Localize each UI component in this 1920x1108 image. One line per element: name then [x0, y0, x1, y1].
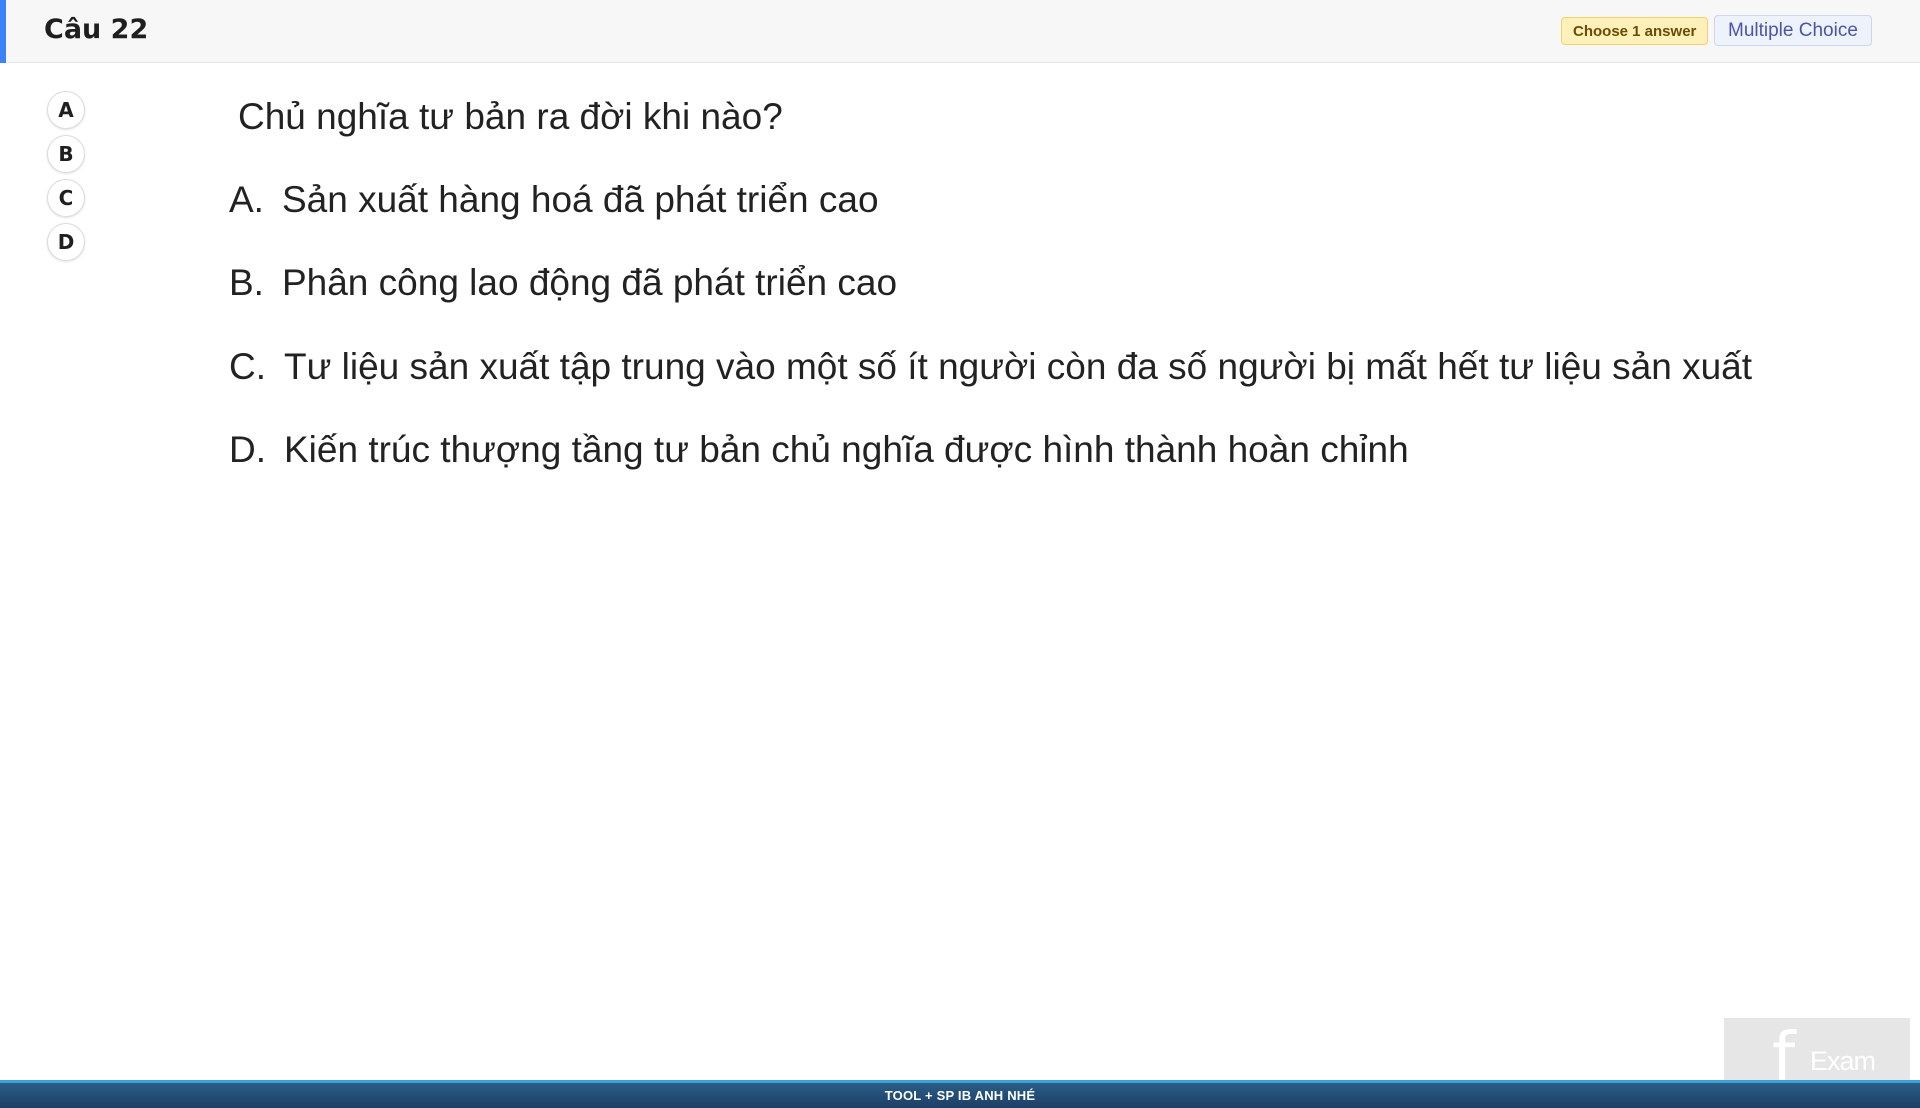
choice-c: C. Tư liệu sản xuất tập trung vào một số … — [229, 346, 1752, 388]
watermark-text: Exam — [1810, 1046, 1876, 1076]
choice-letter: C. — [229, 346, 266, 387]
choice-text: Sản xuất hàng hoá đã phát triển cao — [281, 179, 879, 220]
header-accent-bar — [0, 0, 6, 63]
choose-one-badge: Choose 1 answer — [1561, 17, 1709, 45]
choice-b: B. Phân công lao động đã phát triển cao — [229, 262, 897, 304]
question-header: Câu 22 Choose 1 answer Multiple Choice — [0, 0, 1920, 63]
choice-letter: D. — [229, 429, 266, 470]
answer-button-a[interactable]: A — [47, 91, 85, 129]
footer-bar: TOOL + SP IB ANH NHÉ — [0, 1080, 1920, 1108]
choice-d: D. Kiến trúc thượng tầng tư bản chủ nghĩa… — [229, 429, 1409, 471]
answer-button-c[interactable]: C — [47, 179, 85, 217]
answer-button-d[interactable]: D — [47, 223, 85, 261]
footer-text: TOOL + SP IB ANH NHÉ — [884, 1088, 1036, 1103]
choice-text: Tư liệu sản xuất tập trung vào một số ít… — [284, 346, 1753, 387]
question-text: Chủ nghĩa tư bản ra đời khi nào? — [238, 96, 783, 137]
choice-a: A. Sản xuất hàng hoá đã phát triển cao — [229, 179, 879, 221]
choice-text: Kiến trúc thượng tầng tư bản chủ nghĩa đ… — [284, 429, 1409, 470]
answer-button-b[interactable]: B — [47, 135, 85, 173]
choice-text: Phân công lao động đã phát triển cao — [281, 262, 898, 303]
choice-letter: B. — [229, 262, 264, 303]
question-type-badge: Multiple Choice — [1714, 15, 1872, 46]
choice-letter: A. — [229, 179, 264, 220]
question-number: Câu 22 — [44, 14, 149, 45]
